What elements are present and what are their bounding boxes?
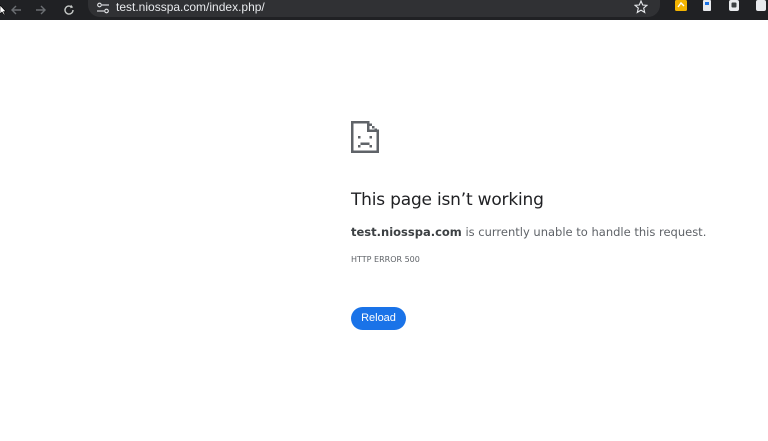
extension-button-1[interactable] xyxy=(673,0,689,14)
back-arrow-icon xyxy=(11,5,21,15)
extension-icon xyxy=(675,0,687,11)
extension-button-2[interactable] xyxy=(699,0,715,14)
forward-arrow-icon xyxy=(36,5,46,15)
error-code: HTTP ERROR 500 xyxy=(351,255,420,264)
star-icon[interactable] xyxy=(634,0,648,14)
error-description: test.niosspa.com is currently unable to … xyxy=(351,225,706,239)
extension-icon xyxy=(729,0,739,11)
address-bar[interactable]: test.niosspa.com/index.php/ xyxy=(88,0,660,17)
reload-button[interactable]: Reload xyxy=(351,307,406,330)
forward-button[interactable] xyxy=(29,0,53,20)
url-text[interactable]: test.niosspa.com/index.php/ xyxy=(116,0,265,14)
back-button[interactable] xyxy=(4,0,28,20)
extension-button-3[interactable] xyxy=(726,0,742,14)
error-host: test.niosspa.com xyxy=(351,225,462,239)
extension-icon xyxy=(756,0,766,11)
reload-icon xyxy=(64,4,74,15)
sad-page-icon xyxy=(351,121,379,153)
reload-page-button[interactable] xyxy=(57,0,81,20)
error-title: This page isn’t working xyxy=(351,190,544,210)
error-message: is currently unable to handle this reque… xyxy=(461,225,707,239)
site-info-icon[interactable] xyxy=(96,2,110,14)
extension-button-4[interactable] xyxy=(752,0,768,14)
extension-icon xyxy=(703,0,711,11)
browser-toolbar: test.niosspa.com/index.php/ xyxy=(0,0,768,20)
